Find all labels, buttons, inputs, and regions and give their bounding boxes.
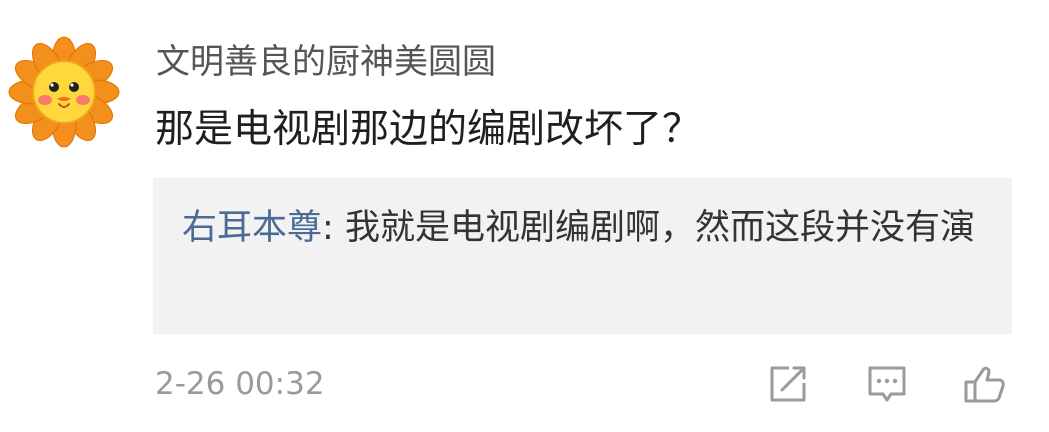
- avatar[interactable]: [8, 36, 120, 148]
- reply-separator: :: [322, 208, 345, 248]
- reply-text-block: 右耳本尊: 我就是电视剧编剧啊，然而这段并没有演: [182, 202, 982, 254]
- comment-button[interactable]: [863, 360, 911, 408]
- reply-box[interactable]: 右耳本尊: 我就是电视剧编剧啊，然而这段并没有演: [153, 178, 1012, 334]
- comment-icon: [868, 366, 906, 402]
- reply-content: 我就是电视剧编剧啊，然而这段并没有演: [344, 208, 975, 248]
- comment-item: 文明善良的厨神美圆圆 那是电视剧那边的编剧改坏了？ 右耳本尊: 我就是电视剧编剧…: [0, 0, 1049, 432]
- share-icon: [770, 366, 806, 402]
- comment-text: 那是电视剧那边的编剧改坏了？: [155, 107, 702, 152]
- share-button[interactable]: [764, 360, 812, 408]
- like-button[interactable]: [960, 360, 1008, 408]
- username[interactable]: 文明善良的厨神美圆圆: [156, 36, 496, 88]
- sunflower-avatar-icon: [8, 36, 120, 148]
- reply-author-link[interactable]: 右耳本尊: [182, 208, 322, 248]
- thumbs-up-icon: [964, 366, 1005, 403]
- timestamp: 2-26 00:32: [155, 366, 325, 402]
